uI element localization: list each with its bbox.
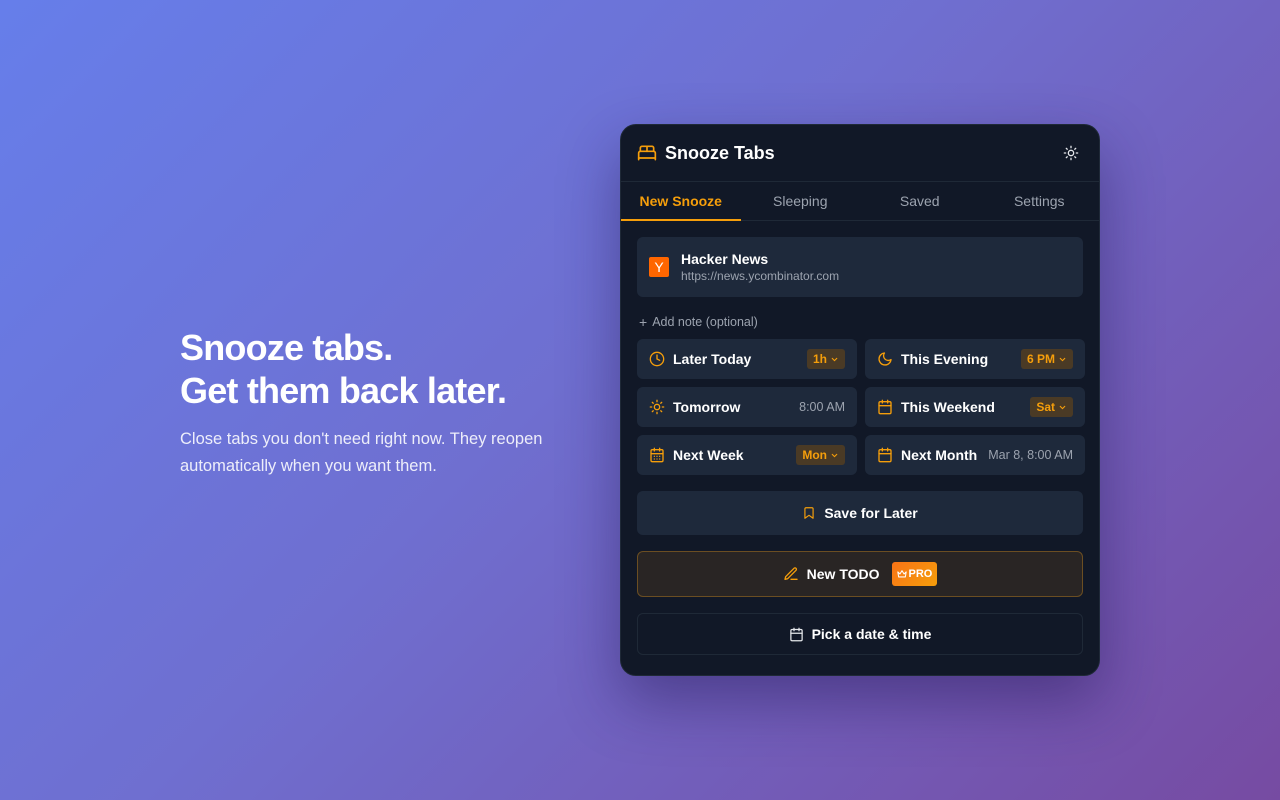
option-this-weekend[interactable]: This Weekend Sat <box>865 387 1085 427</box>
bookmark-icon <box>802 506 816 520</box>
clock-icon <box>649 351 665 367</box>
option-tomorrow[interactable]: Tomorrow 8:00 AM <box>637 387 857 427</box>
dropdown-value: 1h <box>812 352 827 366</box>
hero-heading: Snooze tabs. Get them back later. <box>180 326 600 412</box>
tab-new-snooze[interactable]: New Snooze <box>621 182 741 221</box>
dropdown-value: 6 PM <box>1026 352 1055 366</box>
next-week-dropdown[interactable]: Mon <box>796 445 845 465</box>
chevron-down-icon <box>830 355 839 364</box>
option-time: Mar 8, 8:00 AM <box>988 448 1073 462</box>
site-favicon: Y <box>649 257 669 277</box>
calendar-icon <box>877 447 893 463</box>
save-for-later-button[interactable]: Save for Later <box>637 491 1083 535</box>
dropdown-value: Mon <box>802 448 827 462</box>
hero-heading-line2: Get them back later. <box>180 370 507 411</box>
site-url: https://news.ycombinator.com <box>681 268 840 283</box>
pick-date-label: Pick a date & time <box>811 626 932 642</box>
calendar-grid-icon <box>649 447 665 463</box>
option-label: Later Today <box>673 351 752 367</box>
popup-title: Snooze Tabs <box>665 142 775 163</box>
dropdown-value: Sat <box>1036 400 1055 414</box>
snooze-options-grid: Later Today 1h This Evening 6 PM Tomorro… <box>637 339 1085 475</box>
option-label: This Weekend <box>901 399 995 415</box>
option-next-month[interactable]: Next Month Mar 8, 8:00 AM <box>865 435 1085 475</box>
moon-icon <box>877 351 893 367</box>
pro-badge: PRO <box>891 562 938 586</box>
calendar-icon <box>789 627 804 642</box>
tab-sleeping[interactable]: Sleeping <box>741 182 861 220</box>
crown-icon <box>896 570 907 578</box>
chevron-down-icon <box>1058 403 1067 412</box>
option-time: 8:00 AM <box>799 400 845 414</box>
hero-heading-line1: Snooze tabs. <box>180 327 393 368</box>
pick-date-button[interactable]: Pick a date & time <box>637 613 1083 655</box>
popup-header: Snooze Tabs <box>621 125 1099 182</box>
sun-icon[interactable] <box>1059 141 1083 165</box>
current-site-card: Y Hacker News https://news.ycombinator.c… <box>637 237 1083 297</box>
option-label: Tomorrow <box>673 399 741 415</box>
plus-icon: + <box>639 314 648 330</box>
chevron-down-icon <box>1058 355 1067 364</box>
bed-icon <box>637 143 657 163</box>
this-weekend-dropdown[interactable]: Sat <box>1030 397 1073 417</box>
new-todo-label: New TODO <box>806 566 880 582</box>
option-label: This Evening <box>901 351 989 367</box>
site-title: Hacker News <box>681 250 769 267</box>
sun-icon <box>649 399 665 415</box>
hero-section: Snooze tabs. Get them back later. Close … <box>180 326 600 480</box>
add-note-label: Add note (optional) <box>652 315 758 329</box>
calendar-icon <box>877 399 893 415</box>
later-today-dropdown[interactable]: 1h <box>806 349 845 369</box>
option-label: Next Week <box>673 447 744 463</box>
this-evening-dropdown[interactable]: 6 PM <box>1020 349 1073 369</box>
option-this-evening[interactable]: This Evening 6 PM <box>865 339 1085 379</box>
save-for-later-label: Save for Later <box>824 505 918 521</box>
chevron-down-icon <box>830 451 839 460</box>
new-todo-button[interactable]: New TODO PRO <box>637 551 1083 597</box>
tab-settings[interactable]: Settings <box>980 182 1100 220</box>
option-later-today[interactable]: Later Today 1h <box>637 339 857 379</box>
option-label: Next Month <box>901 447 978 463</box>
add-note-link[interactable]: + Add note (optional) <box>637 314 1083 330</box>
pro-badge-label: PRO <box>908 568 933 580</box>
tab-saved[interactable]: Saved <box>860 182 980 220</box>
hero-description: Close tabs you don't need right now. The… <box>180 430 543 475</box>
option-next-week[interactable]: Next Week Mon <box>637 435 857 475</box>
snooze-popup: Snooze Tabs New Snooze Sleeping Saved Se… <box>620 124 1100 676</box>
pencil-icon <box>783 566 799 582</box>
tab-bar: New Snooze Sleeping Saved Settings <box>621 182 1099 221</box>
